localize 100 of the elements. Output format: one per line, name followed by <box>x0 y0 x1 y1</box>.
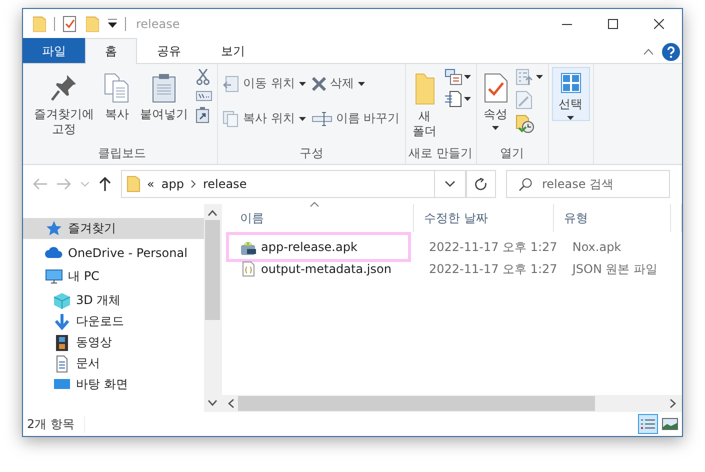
ribbon-button[interactable]: 속성 <box>480 67 512 131</box>
dropdown-caret-icon <box>464 97 471 101</box>
search-field[interactable]: release 검색 <box>506 170 670 198</box>
open-list-icon <box>516 69 534 85</box>
dropdown-caret-icon <box>464 75 471 79</box>
nav-item[interactable]: 다운로드 <box>23 311 204 332</box>
edit-icon <box>516 91 532 109</box>
nav-item[interactable]: OneDrive - Personal <box>23 242 204 263</box>
window-title: release <box>136 16 180 30</box>
ribbon-button[interactable]: 새 폴더 <box>408 67 441 140</box>
chevron-down-icon <box>445 181 455 187</box>
help-icon[interactable] <box>662 43 680 61</box>
close-icon <box>654 18 664 28</box>
documents-icon <box>104 73 130 103</box>
dropdown-caret-icon <box>298 82 306 86</box>
ribbon-icon-button[interactable] <box>514 67 545 87</box>
breadcrumb[interactable]: release <box>202 177 247 191</box>
file-menu-tab[interactable]: 파일 <box>23 38 85 63</box>
up-arrow-icon[interactable] <box>99 177 111 191</box>
ribbon-tab[interactable]: 홈 <box>85 38 137 64</box>
breadcrumb[interactable]: app <box>161 177 184 191</box>
move-icon <box>223 76 239 92</box>
modified-date: 2022-11-17 오후 1:27 <box>428 260 558 278</box>
overflow-marker[interactable]: « <box>147 177 154 191</box>
film-icon <box>53 334 71 352</box>
column-header[interactable]: 수정한 날짜 <box>414 204 554 232</box>
file-type: JSON 원본 파일 <box>570 260 659 278</box>
rename-icon <box>312 112 332 126</box>
clipboard-icon <box>152 73 176 103</box>
nav-item[interactable]: 즐겨찾기 <box>23 218 204 239</box>
file-name[interactable]: output-metadata.json <box>230 258 407 280</box>
vertical-scrollbar[interactable] <box>204 204 221 412</box>
item-count: 2개 항목 <box>27 416 86 432</box>
x-icon <box>312 76 326 90</box>
maximize-icon <box>608 18 618 28</box>
ribbon-icon-button[interactable] <box>194 89 214 103</box>
ribbon-button[interactable]: 이름 바꾸기 <box>310 102 402 135</box>
folder-icon <box>127 176 140 192</box>
refresh-button[interactable] <box>466 170 496 198</box>
copy-to-icon <box>223 110 239 126</box>
ribbon-tab[interactable]: 공유 <box>137 39 201 63</box>
customize-icon[interactable] <box>108 19 117 28</box>
select-grid-icon <box>560 73 581 93</box>
shortcut-icon <box>196 107 209 123</box>
ribbon-group-label: 열기 <box>499 145 526 162</box>
star-icon <box>45 220 63 238</box>
path-icon <box>196 91 212 101</box>
dropdown-caret-icon <box>492 126 500 130</box>
chevron-icon <box>190 180 196 188</box>
monitor-icon <box>45 268 63 286</box>
scissors-icon <box>196 69 210 85</box>
search-icon <box>519 178 532 190</box>
nav-item[interactable]: 내 PC <box>23 266 204 287</box>
ribbon-tab[interactable]: 보기 <box>201 39 265 63</box>
scroll-down-icon <box>208 400 217 406</box>
cube-icon <box>53 292 71 310</box>
properties-icon <box>484 73 508 103</box>
dropdown-caret-icon <box>358 82 365 86</box>
nav-item[interactable]: 동영상 <box>23 332 204 353</box>
new-item-icon <box>444 69 462 85</box>
dropdown-caret-icon <box>567 116 574 120</box>
picture-icon <box>662 418 678 430</box>
json-file-icon <box>240 261 256 277</box>
pin-icon <box>50 73 78 103</box>
column-header[interactable]: 이름 <box>230 204 414 232</box>
refresh-icon <box>475 178 487 190</box>
folder-icon <box>33 16 46 32</box>
ribbon-button[interactable]: 삭제 <box>310 67 402 100</box>
ribbon-button[interactable]: 이동 위치 <box>221 67 308 100</box>
modified-date: 2022-11-17 오후 1:27 <box>428 238 558 256</box>
ribbon-icon-button[interactable] <box>442 89 473 109</box>
details-view-icon <box>640 418 656 430</box>
ribbon-group-label: 클립보드 <box>97 145 147 162</box>
ribbon-button[interactable]: 복사 <box>100 67 134 123</box>
dropdown-caret-icon <box>536 75 543 79</box>
checklist-icon[interactable] <box>63 16 77 32</box>
view-button[interactable] <box>638 414 658 434</box>
dropdown-caret-icon <box>298 116 306 120</box>
download-arrow-icon <box>53 312 71 330</box>
ribbon-button[interactable]: 선택 <box>552 67 590 121</box>
ribbon-group-label: 구성 <box>298 145 324 162</box>
file-type: Nox.apk <box>571 240 622 254</box>
nav-item[interactable]: 3D 개체 <box>23 290 204 311</box>
collapse-ribbon-icon[interactable] <box>644 49 653 55</box>
horizontal-scrollbar[interactable] <box>222 395 682 412</box>
folder-icon <box>414 73 435 105</box>
history-icon <box>516 115 534 133</box>
ribbon-button[interactable]: 복사 위치 <box>221 102 308 135</box>
scroll-up-icon <box>208 210 217 216</box>
ribbon-icon-button[interactable] <box>442 67 473 87</box>
ribbon-button[interactable]: 즐겨찾기에 고정 <box>30 67 98 138</box>
scroll-left-icon <box>228 399 234 408</box>
address-bar[interactable]: « app release <box>121 170 466 198</box>
ribbon-group-label: 새로 만들기 <box>408 145 473 162</box>
ribbon-button[interactable]: 붙여넣기 <box>136 67 192 123</box>
document-icon <box>444 91 462 107</box>
nav-item[interactable]: 문서 <box>23 353 204 374</box>
android-package-icon <box>240 239 256 255</box>
column-header[interactable]: 유형 <box>554 204 671 232</box>
nav-item[interactable]: 바탕 화면 <box>23 374 204 395</box>
